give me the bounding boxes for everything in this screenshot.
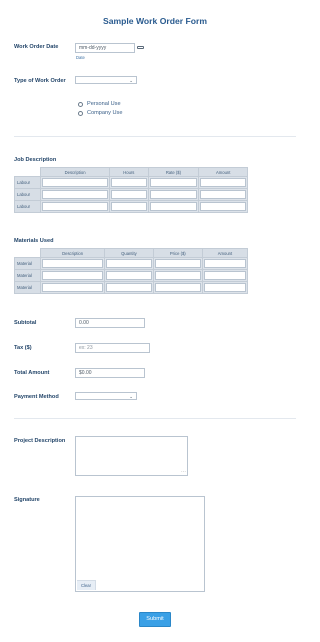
amount-cell-input[interactable]: [203, 259, 246, 268]
description-cell-input[interactable]: [42, 259, 104, 268]
payment-method-select[interactable]: ⌄: [75, 392, 137, 400]
table-row: Material: [14, 257, 249, 270]
radio-option-personal-use[interactable]: Personal Use: [78, 101, 121, 107]
clear-signature-button[interactable]: Clear: [77, 580, 97, 590]
job-description-label: Job Description: [14, 157, 57, 163]
chevron-down-icon: ⌄: [129, 394, 133, 399]
description-cell-input[interactable]: [42, 271, 104, 280]
amount-cell-input[interactable]: [203, 271, 246, 280]
hours-cell-input[interactable]: [111, 202, 147, 211]
column-header: Hours: [109, 167, 149, 177]
quantity-cell-input[interactable]: [106, 271, 152, 280]
table-row: Labour: [14, 176, 248, 189]
form-title: Sample Work Order Form: [103, 16, 207, 26]
rate-cell-input[interactable]: [149, 190, 198, 199]
price-cell-input[interactable]: [154, 283, 201, 292]
total-amount-field[interactable]: $0.00: [75, 368, 145, 378]
row-label: Labour: [14, 200, 41, 213]
column-header: Amount: [201, 248, 249, 258]
amount-cell-input[interactable]: [203, 283, 246, 292]
work-order-date-input[interactable]: mm-dd-yyyy: [75, 43, 135, 53]
tax-label: Tax ($): [14, 345, 32, 351]
materials-used-table: Description Quantity Price ($) Amount Ma…: [14, 248, 249, 294]
description-cell-input[interactable]: [42, 202, 109, 211]
section-divider: [14, 418, 296, 419]
table-corner: [14, 248, 41, 258]
radio-label-company-use: Company Use: [87, 110, 123, 116]
price-cell-input[interactable]: [154, 271, 201, 280]
description-cell-input[interactable]: [42, 283, 104, 292]
signature-pad[interactable]: Clear: [75, 496, 205, 592]
hours-cell-input[interactable]: [111, 190, 147, 199]
table-corner: [14, 167, 41, 177]
radio-label-personal-use: Personal Use: [87, 101, 121, 107]
materials-used-label: Materials Used: [14, 238, 54, 244]
subtotal-label: Subtotal: [14, 320, 37, 326]
date-sublabel: Date: [76, 55, 85, 60]
row-label: Labour: [14, 176, 41, 189]
table-row: Material: [14, 269, 249, 282]
row-label: Labour: [14, 188, 41, 201]
radio-icon[interactable]: [78, 110, 83, 116]
type-of-work-order-label: Type of Work Order: [14, 78, 66, 84]
radio-icon[interactable]: [78, 101, 83, 107]
column-header: Amount: [198, 167, 248, 177]
job-description-table: Description Hours Rate ($) Amount Labour…: [14, 167, 248, 213]
column-header: Price ($): [152, 248, 203, 258]
table-row: Material: [14, 281, 249, 294]
column-header: Rate ($): [147, 167, 200, 177]
row-label: Material: [14, 257, 41, 270]
amount-cell-input[interactable]: [200, 190, 246, 199]
section-divider: [14, 136, 296, 137]
resize-handle-icon[interactable]: ⋯: [181, 469, 186, 475]
subtotal-field[interactable]: 0.00: [75, 318, 145, 328]
amount-cell-input[interactable]: [200, 202, 246, 211]
row-label: Material: [14, 269, 41, 282]
row-label: Material: [14, 281, 41, 294]
total-amount-label: Total Amount: [14, 370, 50, 376]
table-row: Labour: [14, 200, 248, 213]
calendar-icon[interactable]: [137, 46, 144, 49]
quantity-cell-input[interactable]: [106, 259, 152, 268]
table-row: Labour: [14, 188, 248, 201]
submit-button[interactable]: Submit: [139, 612, 171, 627]
type-of-work-order-select[interactable]: ⌄: [75, 76, 137, 84]
signature-label: Signature: [14, 497, 40, 503]
payment-method-label: Payment Method: [14, 394, 59, 400]
amount-cell-input[interactable]: [200, 178, 246, 187]
project-description-label: Project Description: [14, 438, 66, 444]
column-header: Description: [39, 167, 111, 177]
description-cell-input[interactable]: [42, 190, 109, 199]
hours-cell-input[interactable]: [111, 178, 147, 187]
price-cell-input[interactable]: [154, 259, 201, 268]
column-header: Description: [39, 248, 106, 258]
project-description-textarea[interactable]: ⋯: [75, 436, 188, 476]
work-order-date-label: Work Order Date: [14, 44, 59, 50]
rate-cell-input[interactable]: [149, 202, 198, 211]
chevron-down-icon: ⌄: [129, 78, 133, 83]
column-header: Quantity: [104, 248, 154, 258]
description-cell-input[interactable]: [42, 178, 109, 187]
tax-input[interactable]: ex: 23: [75, 343, 150, 353]
quantity-cell-input[interactable]: [106, 283, 152, 292]
radio-option-company-use[interactable]: Company Use: [78, 110, 122, 116]
rate-cell-input[interactable]: [149, 178, 198, 187]
